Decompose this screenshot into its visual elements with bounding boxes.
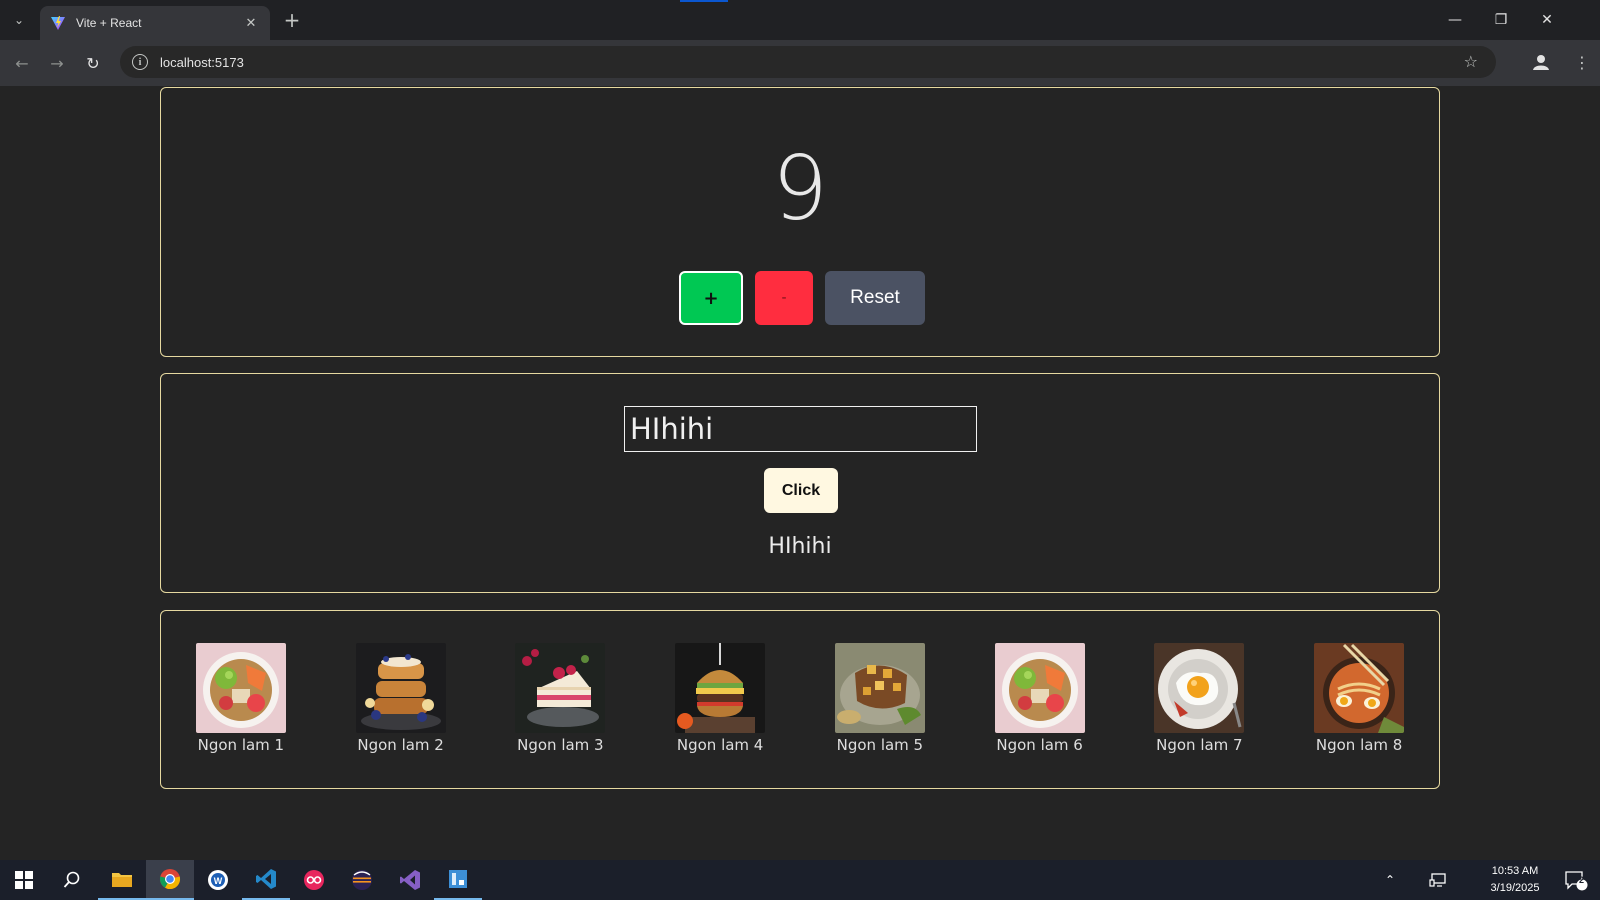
decrement-button[interactable]: - [755, 271, 813, 325]
forward-icon[interactable]: → [44, 50, 70, 76]
profile-icon[interactable] [1530, 51, 1552, 73]
minimize-icon[interactable]: — [1432, 0, 1478, 40]
taskbar-app-blue[interactable] [434, 860, 482, 900]
taskbar-clock[interactable]: 10:53 AM 3/19/2025 [1480, 863, 1550, 897]
gallery-item-label: Ngon lam 6 [996, 736, 1083, 754]
clock-date: 3/19/2025 [1490, 882, 1540, 894]
gallery-item: Ngon lam 7 [1120, 643, 1280, 754]
taskbar-search-button[interactable] [48, 860, 96, 900]
app-w-icon: W [208, 870, 228, 890]
app-oo-icon [304, 870, 324, 890]
vite-logo-icon [51, 16, 65, 30]
glazed-meat-icon [834, 643, 925, 733]
bookmark-star-icon[interactable]: ☆ [1464, 52, 1478, 71]
vscode-icon [256, 869, 276, 889]
chrome-icon [159, 869, 181, 890]
gallery-item: Ngon lam 3 [481, 643, 641, 754]
address-url[interactable]: localhost:5173 [160, 55, 244, 70]
gallery-item: Ngon lam 2 [321, 643, 481, 754]
echo-output: HIhihi [768, 534, 832, 559]
app-document-icon [449, 870, 467, 888]
food-gallery: Ngon lam 1 Ngon lam 2 Ngon lam 3 Ngon la… [161, 643, 1439, 754]
taskbar: W ⌃ 10:53 AM 3/19/2025 2 [0, 860, 1600, 900]
gallery-item-label: Ngon lam 7 [1156, 736, 1243, 754]
browser-toolbar: ← → ↻ i localhost:5173 ☆ [0, 40, 1600, 86]
taskbar-chrome[interactable] [146, 860, 194, 900]
taskbar-visual-studio[interactable] [386, 860, 434, 900]
reset-button[interactable]: Reset [825, 271, 925, 325]
counter-card: 9 + - Reset [160, 87, 1440, 357]
counter-value: 9 [772, 137, 828, 240]
gallery-item: Ngon lam 1 [161, 643, 321, 754]
gallery-item-label: Ngon lam 4 [676, 736, 764, 754]
visual-studio-icon [400, 870, 420, 890]
gallery-item: Ngon lam 6 [960, 643, 1120, 754]
taskbar-vscode[interactable] [242, 860, 290, 900]
new-tab-icon[interactable]: + [280, 8, 304, 32]
tray-overflow-chevron-icon[interactable]: ⌃ [1372, 860, 1408, 900]
raspberry-cake-icon [515, 643, 606, 733]
ramen-bowl-icon [1314, 643, 1405, 733]
click-button[interactable]: Click [764, 468, 838, 513]
taskbar-file-explorer[interactable] [98, 860, 146, 900]
windows-logo-icon [15, 871, 33, 889]
tab-title: Vite + React [76, 16, 142, 30]
tab-search-chevron-icon[interactable]: ⌄ [6, 7, 32, 33]
gallery-item-label: Ngon lam 1 [197, 736, 285, 754]
start-button[interactable] [0, 860, 48, 900]
site-info-icon[interactable]: i [132, 54, 148, 70]
gallery-item-label: Ngon lam 5 [836, 736, 924, 754]
search-icon [63, 871, 80, 888]
taskbar-app-w[interactable]: W [194, 860, 242, 900]
browser-tabstrip: ⌄ Vite + React ✕ + — ❐ ✕ [0, 0, 1600, 40]
notification-count-badge: 2 [1579, 875, 1585, 885]
gallery-item-label: Ngon lam 8 [1315, 736, 1403, 754]
poke-bowl-icon [195, 643, 286, 733]
burger-icon [675, 643, 766, 733]
clock-time: 10:53 AM [1491, 865, 1539, 877]
gallery-item: Ngon lam 5 [800, 643, 960, 754]
gallery-item-label: Ngon lam 3 [517, 736, 604, 754]
gallery-item-label: Ngon lam 2 [357, 736, 444, 754]
taskbar-eclipse[interactable] [338, 860, 386, 900]
text-input[interactable] [624, 406, 977, 452]
taskbar-app-oo[interactable] [290, 860, 338, 900]
network-icon[interactable] [1420, 860, 1456, 900]
browser-tab[interactable]: Vite + React ✕ [40, 6, 270, 40]
notification-icon [1565, 871, 1588, 891]
reload-icon[interactable]: ↻ [80, 50, 106, 76]
notification-center-button[interactable]: 2 [1556, 860, 1596, 900]
poke-bowl-icon [994, 643, 1085, 733]
back-icon[interactable]: ← [9, 50, 35, 76]
food-gallery-card: Ngon lam 1 Ngon lam 2 Ngon lam 3 Ngon la… [160, 610, 1440, 789]
folder-icon [112, 873, 132, 887]
eclipse-icon [352, 870, 372, 890]
gallery-item: Ngon lam 4 [640, 643, 800, 754]
tab-close-icon[interactable]: ✕ [242, 16, 260, 31]
fried-egg-plate-icon [1154, 643, 1245, 733]
tab-strip-accent [680, 0, 728, 2]
french-toast-stack-icon [355, 643, 446, 733]
svg-text:W: W [214, 876, 223, 886]
window-close-icon[interactable]: ✕ [1524, 0, 1570, 40]
restore-icon[interactable]: ❐ [1478, 0, 1524, 40]
gallery-item: Ngon lam 8 [1279, 643, 1439, 754]
increment-button[interactable]: + [679, 271, 743, 325]
echo-card: Click HIhihi [160, 373, 1440, 593]
browser-menu-icon[interactable]: ⋮ [1572, 50, 1592, 74]
address-bar[interactable]: i localhost:5173 ☆ [120, 46, 1496, 78]
network-display-icon [1429, 873, 1446, 887]
